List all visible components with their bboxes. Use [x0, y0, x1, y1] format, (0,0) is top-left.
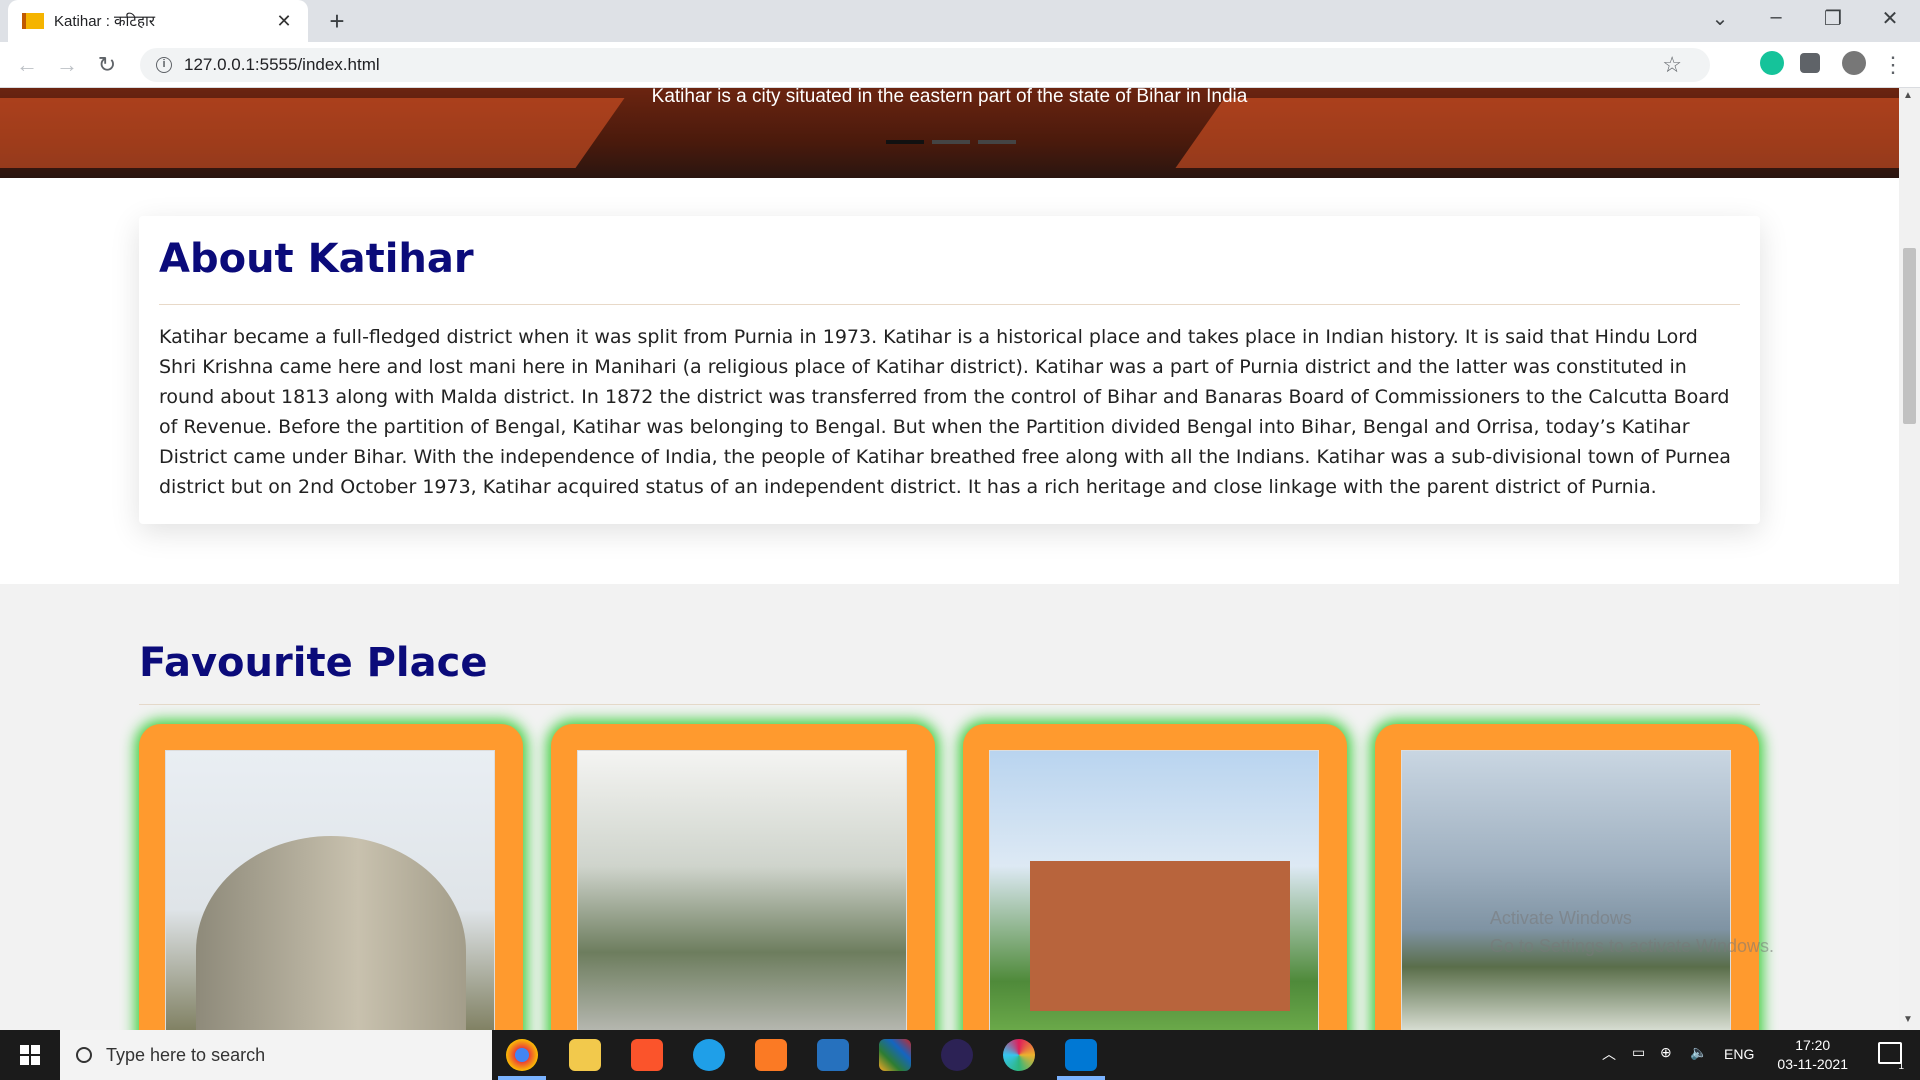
active-app-indicator [498, 1076, 546, 1080]
place-card[interactable] [551, 724, 935, 1030]
hero-carousel: Katihar is a city situated in the easter… [0, 88, 1899, 178]
minimize-button[interactable]: – [1756, 6, 1796, 29]
search-placeholder: Type here to search [106, 1044, 266, 1065]
place-image[interactable] [989, 750, 1319, 1030]
extensions-puzzle-icon[interactable] [1800, 53, 1820, 73]
battery-icon[interactable]: ▭ [1632, 1044, 1645, 1061]
about-card: About Katihar Katihar became a full-fled… [139, 216, 1760, 524]
network-icon[interactable]: ⊕ [1660, 1044, 1672, 1061]
search-icon [76, 1047, 92, 1063]
favourite-place-title: Favourite Place [139, 640, 488, 686]
flag-favicon-icon [22, 13, 44, 29]
scroll-up-icon[interactable]: ▲ [1903, 90, 1913, 101]
menu-kebab-icon[interactable]: ⋮ [1878, 50, 1908, 80]
activate-windows-watermark: Activate Windows Go to Settings to activ… [1490, 904, 1774, 960]
info-icon[interactable]: i [156, 57, 172, 73]
language-indicator[interactable]: ENG [1724, 1046, 1754, 1062]
page-scrollbar[interactable]: ▲ ▼ [1899, 88, 1920, 1030]
system-clock[interactable]: 17:20 03-11-2021 [1777, 1036, 1848, 1074]
file-explorer-icon[interactable] [569, 1039, 601, 1071]
watermark-line: Activate Windows [1489, 908, 1632, 928]
place-card[interactable] [139, 724, 523, 1030]
place-image[interactable] [1401, 750, 1731, 1030]
palace-building-shape [1030, 861, 1290, 1011]
windows-taskbar: Type here to search ︿ ▭ ⊕ 🔈 ENG 17:20 03… [0, 1030, 1920, 1080]
divider [159, 304, 1740, 305]
close-window-button[interactable]: ✕ [1870, 6, 1910, 31]
reload-button[interactable]: ↻ [92, 50, 122, 80]
carousel-indicator[interactable] [886, 140, 924, 144]
start-button[interactable] [0, 1030, 60, 1080]
scroll-thumb[interactable] [1903, 248, 1916, 424]
url-text: 127.0.0.1:5555/index.html [184, 55, 380, 74]
clock-time: 17:20 [1795, 1037, 1831, 1053]
chevron-up-icon[interactable]: ︿ [1602, 1044, 1616, 1064]
profile-avatar[interactable] [1842, 51, 1866, 75]
powershell-app-icon[interactable] [817, 1039, 849, 1071]
tab-title: Katihar : कटिहार [54, 13, 155, 30]
windows-logo-icon [20, 1045, 40, 1065]
scroll-down-icon[interactable]: ▼ [1903, 1014, 1913, 1025]
carousel-indicator[interactable] [932, 140, 970, 144]
watermark-line: Go to Settings to activate Windows. [1489, 936, 1774, 956]
taskbar-search[interactable]: Type here to search [60, 1030, 492, 1080]
back-button[interactable]: ← [12, 50, 42, 80]
place-image[interactable] [577, 750, 907, 1030]
xampp-app-icon[interactable] [755, 1039, 787, 1071]
edge-app-icon[interactable] [693, 1039, 725, 1071]
forward-button[interactable]: → [52, 50, 82, 80]
browser-tab[interactable]: Katihar : कटिहार ✕ [8, 0, 308, 42]
browser-tab-bar: Katihar : कटिहार ✕ + ⌄ – ❐ ✕ [0, 0, 1920, 42]
eclipse-app-icon[interactable] [941, 1039, 973, 1071]
volume-icon[interactable]: 🔈 [1690, 1044, 1707, 1061]
git-app-icon[interactable] [879, 1039, 911, 1071]
restore-button[interactable]: ❐ [1813, 6, 1853, 31]
brave-app-icon[interactable] [631, 1039, 663, 1071]
page-viewport: Katihar is a city situated in the easter… [0, 88, 1899, 1030]
place-card[interactable] [1375, 724, 1759, 1030]
about-title: About Katihar [159, 236, 474, 282]
notification-center-icon[interactable]: 1 [1878, 1042, 1904, 1072]
clock-date: 03-11-2021 [1777, 1056, 1848, 1072]
close-tab-icon[interactable]: ✕ [274, 11, 294, 32]
place-card[interactable] [963, 724, 1347, 1030]
grammarly-extension-icon[interactable] [1760, 51, 1784, 75]
slack-app-icon[interactable] [1003, 1039, 1035, 1071]
divider [139, 704, 1760, 705]
bookmark-star-icon[interactable]: ☆ [1662, 52, 1682, 78]
place-image[interactable] [165, 750, 495, 1030]
carousel-indicator[interactable] [978, 140, 1016, 144]
hero-stripe [1175, 98, 1899, 168]
hero-stripe [0, 98, 625, 168]
about-text: Katihar became a full-fledged district w… [159, 326, 1731, 498]
browser-toolbar: ← → ↻ i 127.0.0.1:5555/index.html ☆ ⋮ [0, 42, 1920, 88]
address-bar[interactable]: i 127.0.0.1:5555/index.html ☆ [140, 48, 1710, 82]
active-app-indicator [1057, 1076, 1105, 1080]
vscode-app-icon[interactable] [1065, 1039, 1097, 1071]
chrome-app-icon[interactable] [506, 1039, 538, 1071]
dome-shape [196, 836, 466, 1030]
tab-search-icon[interactable]: ⌄ [1700, 6, 1740, 31]
notification-count: 1 [1898, 1061, 1904, 1072]
new-tab-button[interactable]: + [322, 6, 352, 37]
hero-caption: Katihar is a city situated in the easter… [651, 88, 1248, 107]
